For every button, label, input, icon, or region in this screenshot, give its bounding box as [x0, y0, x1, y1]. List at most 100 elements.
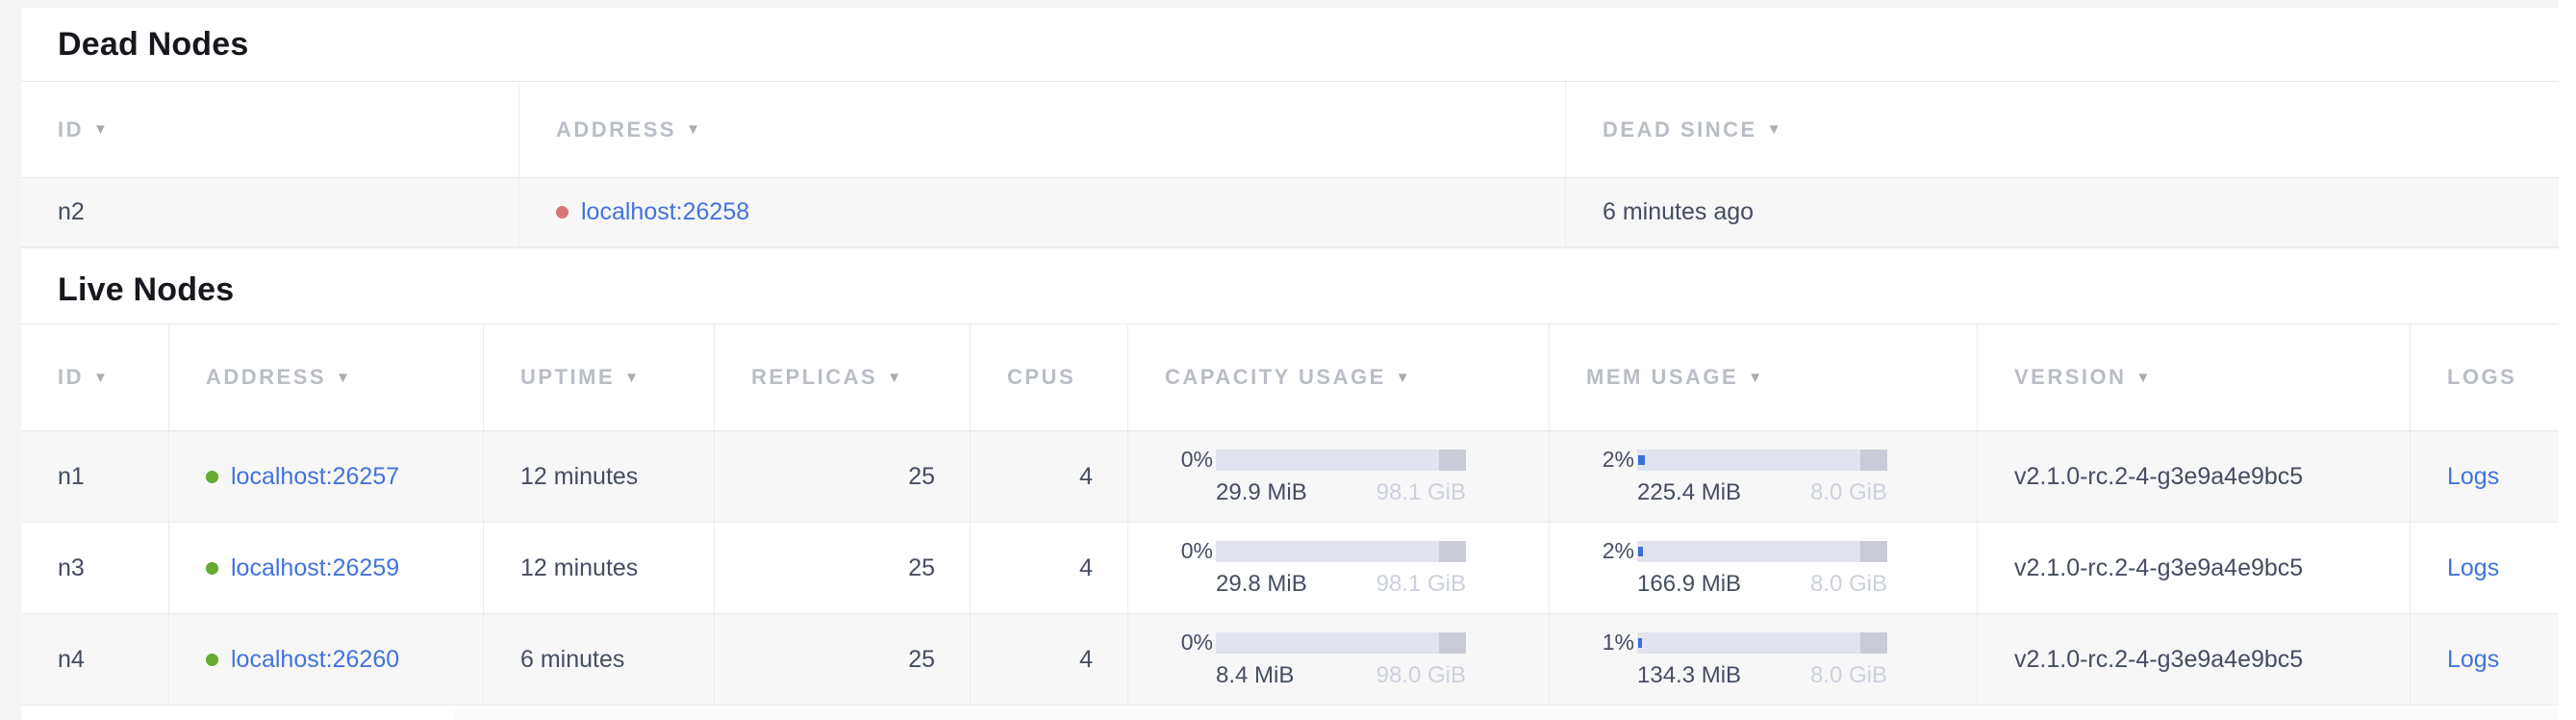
column-header-address[interactable]: ADDRESS ▼: [519, 82, 1566, 177]
column-header-dead-since[interactable]: DEAD SINCE ▼: [1566, 82, 2559, 177]
replicas-value: 25: [908, 646, 935, 674]
node-id-cell: n1: [21, 431, 169, 522]
logs-cell: Logs: [2411, 431, 2559, 522]
node-address-cell: localhost:26258: [519, 178, 1566, 246]
uptime-cell: 6 minutes: [484, 614, 715, 705]
column-header-logs: LOGS ▼: [2411, 324, 2559, 430]
mem-bar-used-segment: [1638, 455, 1645, 465]
live-node-row: n3 localhost:26259 12 minutes 25 4 0%: [21, 523, 2559, 614]
live-node-row: n1 localhost:26257 12 minutes 25 4 0%: [21, 431, 2559, 523]
cpus-cell: 4: [971, 431, 1128, 522]
node-id: n1: [58, 463, 85, 491]
column-header-id[interactable]: ID ▼: [21, 82, 519, 177]
sort-desc-icon: ▼: [336, 370, 350, 386]
column-header-uptime[interactable]: UPTIME ▼: [484, 324, 715, 430]
sort-desc-icon: ▼: [1748, 370, 1762, 386]
mem-percent-label: 1%: [1584, 630, 1634, 656]
mem-usage-widget: 1% 134.3 MiB 8.0 GiB: [1584, 630, 1887, 689]
live-status-icon: [206, 562, 218, 575]
uptime-value: 12 minutes: [520, 463, 638, 491]
sort-desc-icon: ▼: [1396, 370, 1410, 386]
capacity-usage-cell: 0% 29.8 MiB 98.1 GiB: [1128, 523, 1550, 613]
version-cell: v2.1.0-rc.2-4-g3e9a4e9bc5: [1978, 614, 2411, 705]
dead-status-icon: [556, 206, 568, 219]
mem-bar-end-segment: [1860, 541, 1887, 562]
dead-since-value: 6 minutes ago: [1603, 198, 1754, 226]
capacity-bar: [1216, 541, 1466, 562]
capacity-used-value: 8.4 MiB: [1216, 662, 1294, 689]
capacity-usage-cell: 0% 8.4 MiB 98.0 GiB: [1128, 614, 1550, 705]
node-id: n3: [58, 554, 85, 582]
cpus-value: 4: [1079, 646, 1093, 674]
sort-desc-icon: ▼: [2136, 370, 2151, 386]
live-nodes-header-row: ID ▼ ADDRESS ▼ UPTIME ▼ REPLICAS ▼ CPUS …: [21, 324, 2559, 431]
dead-nodes-title: Dead Nodes: [21, 8, 2559, 82]
capacity-usage-cell: 0% 29.9 MiB 98.1 GiB: [1128, 431, 1550, 522]
mem-usage-cell: 2% 166.9 MiB 8.0 GiB: [1550, 523, 1978, 613]
replicas-cell: 25: [715, 431, 971, 522]
node-id: n2: [58, 198, 85, 226]
version-value: v2.1.0-rc.2-4-g3e9a4e9bc5: [2014, 554, 2303, 582]
live-nodes-body: n1 localhost:26257 12 minutes 25 4 0%: [21, 431, 2559, 706]
capacity-usage-widget: 0% 29.8 MiB 98.1 GiB: [1163, 538, 1466, 598]
version-cell: v2.1.0-rc.2-4-g3e9a4e9bc5: [1978, 523, 2411, 613]
dead-nodes-header-row: ID ▼ ADDRESS ▼ DEAD SINCE ▼: [21, 82, 2559, 178]
replicas-value: 25: [908, 463, 935, 491]
logs-link[interactable]: Logs: [2447, 554, 2499, 582]
column-header-mem-usage[interactable]: MEM USAGE ▼: [1550, 324, 1978, 430]
node-address-link[interactable]: localhost:26258: [581, 198, 749, 226]
column-header-version[interactable]: VERSION ▼: [1978, 324, 2411, 430]
logs-cell: Logs: [2411, 614, 2559, 705]
node-address-link[interactable]: localhost:26257: [231, 463, 399, 491]
mem-total-value: 8.0 GiB: [1810, 662, 1887, 689]
capacity-bar-end-segment: [1439, 450, 1466, 471]
sort-desc-icon: ▼: [887, 370, 901, 386]
mem-bar: [1637, 632, 1887, 654]
capacity-bar-end-segment: [1439, 632, 1466, 654]
capacity-percent-label: 0%: [1163, 538, 1213, 564]
capacity-bar: [1216, 632, 1466, 654]
column-header-replicas[interactable]: REPLICAS ▼: [715, 324, 971, 430]
uptime-value: 12 minutes: [520, 554, 638, 582]
mem-percent-label: 2%: [1584, 447, 1634, 473]
sort-desc-icon: ▼: [624, 370, 639, 386]
sort-desc-icon: ▼: [93, 370, 108, 386]
mem-bar-end-segment: [1860, 632, 1887, 654]
mem-used-value: 166.9 MiB: [1637, 571, 1741, 598]
column-header-cpus: CPUS ▼: [971, 324, 1128, 430]
node-id-cell: n4: [21, 614, 169, 705]
top-gutter: [21, 0, 2559, 8]
version-value: v2.1.0-rc.2-4-g3e9a4e9bc5: [2014, 646, 2303, 674]
replicas-value: 25: [908, 554, 935, 582]
capacity-total-value: 98.1 GiB: [1376, 571, 1466, 598]
cpus-cell: 4: [971, 523, 1128, 613]
mem-total-value: 8.0 GiB: [1810, 479, 1887, 506]
sort-desc-icon: ▼: [1767, 121, 1781, 138]
node-address-link[interactable]: localhost:26259: [231, 554, 399, 582]
logs-link[interactable]: Logs: [2447, 463, 2499, 491]
mem-usage-widget: 2% 225.4 MiB 8.0 GiB: [1584, 447, 1887, 506]
column-header-id[interactable]: ID ▼: [21, 324, 169, 430]
mem-total-value: 8.0 GiB: [1810, 571, 1887, 598]
uptime-cell: 12 minutes: [484, 523, 715, 613]
node-id-cell: n3: [21, 523, 169, 613]
nodes-overview-page: Dead Nodes ID ▼ ADDRESS ▼ DEAD SINCE ▼ n…: [0, 0, 2576, 720]
node-address-link[interactable]: localhost:26260: [231, 646, 399, 674]
logs-link[interactable]: Logs: [2447, 646, 2499, 674]
uptime-value: 6 minutes: [520, 646, 624, 674]
live-status-icon: [206, 654, 218, 666]
table-bottom-strip: [21, 706, 2559, 719]
node-id-cell: n2: [21, 178, 519, 246]
live-nodes-title: Live Nodes: [21, 247, 2559, 324]
cpus-value: 4: [1079, 554, 1093, 582]
column-header-address[interactable]: ADDRESS ▼: [169, 324, 484, 430]
dead-nodes-body: n2 localhost:26258 6 minutes ago: [21, 178, 2559, 247]
sort-desc-icon: ▼: [93, 121, 108, 138]
sort-desc-icon: ▼: [686, 121, 700, 138]
node-address-cell: localhost:26259: [169, 523, 484, 613]
mem-usage-cell: 1% 134.3 MiB 8.0 GiB: [1550, 614, 1978, 705]
column-header-capacity-usage[interactable]: CAPACITY USAGE ▼: [1128, 324, 1550, 430]
mem-usage-cell: 2% 225.4 MiB 8.0 GiB: [1550, 431, 1978, 522]
capacity-percent-label: 0%: [1163, 447, 1213, 473]
capacity-usage-widget: 0% 29.9 MiB 98.1 GiB: [1163, 447, 1466, 506]
